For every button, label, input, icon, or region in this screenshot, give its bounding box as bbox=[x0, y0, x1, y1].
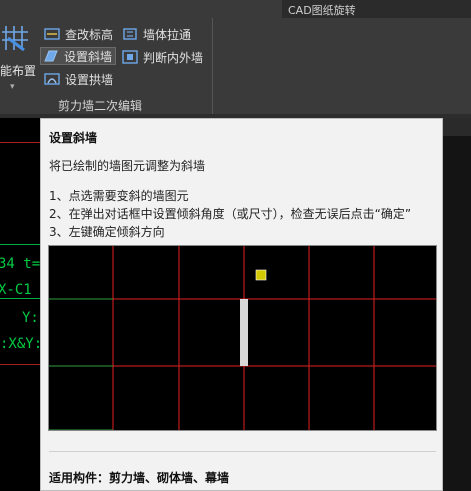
query-elevation-button[interactable]: 查改标高 bbox=[44, 25, 113, 43]
inner-outer-wall-icon bbox=[122, 50, 138, 64]
tooltip-separator bbox=[49, 451, 436, 452]
cad-axis-line bbox=[0, 142, 40, 143]
smart-layout-label: 能布置 bbox=[0, 64, 37, 78]
slant-wall-icon bbox=[44, 50, 58, 62]
judge-inner-outer-wall-label: 判断内外墙 bbox=[143, 50, 204, 65]
cad-toolbar-strip bbox=[443, 118, 471, 136]
elevation-icon bbox=[44, 28, 60, 40]
cad-axis-line bbox=[0, 244, 40, 245]
judge-inner-outer-wall-button[interactable]: 判断内外墙 bbox=[122, 48, 203, 66]
tooltip-step: 3、左键确定倾斜方向 bbox=[49, 225, 165, 239]
wall-extend-button[interactable]: 墙体拉通 bbox=[122, 25, 191, 43]
set-arch-wall-button[interactable]: 设置拱墙 bbox=[44, 70, 113, 88]
cad-text: 34 t= bbox=[0, 256, 40, 272]
cad-drawing-area-right[interactable] bbox=[443, 118, 471, 491]
set-arch-wall-label: 设置拱墙 bbox=[65, 72, 114, 87]
tooltip-step: 2、在弹出对话框中设置倾斜角度（或尺寸），检查无误后点击“确定” bbox=[49, 207, 412, 221]
tooltip-panel: 设置斜墙 将已绘制的墙图元调整为斜墙 1、点选需要变斜的墙图元 2、在弹出对话框… bbox=[40, 118, 443, 491]
tooltip-step: 1、点选需要变斜的墙图元 bbox=[49, 189, 189, 203]
cad-text: Y:( bbox=[22, 310, 40, 326]
tooltip-description: 将已绘制的墙图元调整为斜墙 bbox=[49, 159, 206, 173]
window-title-bar: CAD图纸旋转 bbox=[282, 0, 471, 18]
panel-divider bbox=[212, 18, 213, 114]
set-slant-wall-label: 设置斜墙 bbox=[64, 49, 113, 64]
wall-extend-label: 墙体拉通 bbox=[143, 27, 192, 42]
wall-element bbox=[240, 299, 248, 366]
tooltip-title: 设置斜墙 bbox=[49, 131, 98, 145]
cad-drawing-area[interactable]: 34 t= X-C1 Y:( :X&Y: bbox=[0, 118, 40, 491]
preview-drawing bbox=[49, 246, 436, 430]
window-title: CAD图纸旋转 bbox=[288, 4, 356, 17]
query-elevation-label: 查改标高 bbox=[65, 27, 114, 42]
smart-layout-button[interactable]: 能布置 ▾ bbox=[0, 22, 40, 94]
cad-text: :X&Y: bbox=[0, 336, 40, 352]
wall-extend-icon bbox=[123, 28, 137, 40]
grid-layout-icon bbox=[2, 26, 28, 52]
cad-axis-line bbox=[0, 364, 40, 365]
set-slant-wall-button[interactable]: 设置斜墙 bbox=[40, 47, 117, 65]
cad-axis-line bbox=[0, 298, 40, 299]
cad-text: X-C1 bbox=[0, 282, 32, 298]
ribbon: CAD图纸旋转 能布置 ▾ 查改标高 墙体拉通 设置斜墙 判断内外墙 设置拱墙 … bbox=[0, 0, 471, 118]
selection-marker bbox=[255, 269, 267, 281]
panel-title: 剪力墙二次编辑 bbox=[58, 99, 143, 113]
arch-wall-icon bbox=[44, 73, 60, 85]
chevron-down-icon[interactable]: ▾ bbox=[10, 82, 15, 92]
tooltip-preview-image bbox=[48, 245, 437, 431]
tooltip-applicable-components: 适用构件：剪力墙、砌体墙、幕墙 bbox=[49, 471, 230, 485]
